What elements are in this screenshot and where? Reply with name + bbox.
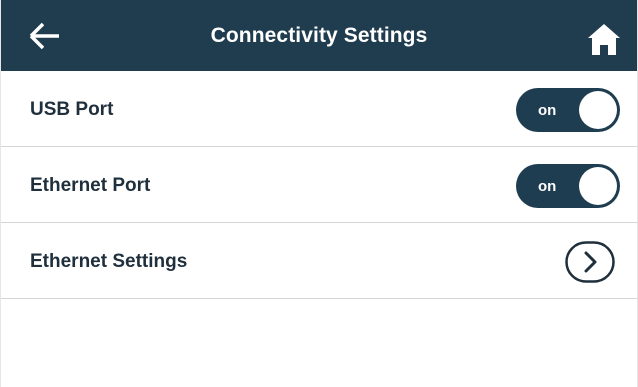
toggle-state-label: on bbox=[538, 102, 557, 119]
home-button[interactable] bbox=[585, 22, 623, 56]
setting-row-ethernet-settings[interactable]: Ethernet Settings bbox=[1, 223, 637, 299]
setting-label: USB Port bbox=[30, 99, 114, 120]
usb-port-toggle[interactable]: on bbox=[516, 88, 620, 132]
toggle-knob bbox=[579, 91, 617, 129]
header-bar: Connectivity Settings bbox=[1, 0, 637, 71]
toggle-state-label: on bbox=[538, 178, 557, 195]
page-title: Connectivity Settings bbox=[210, 24, 428, 47]
setting-label: Ethernet Port bbox=[30, 175, 151, 196]
home-icon bbox=[588, 24, 620, 55]
settings-list: USB Port on Ethernet Port on Ethernet Se… bbox=[1, 71, 637, 299]
setting-label: Ethernet Settings bbox=[30, 251, 188, 272]
connectivity-settings-screen: Connectivity Settings USB Port on Ethern… bbox=[0, 0, 638, 387]
chevron-right-icon bbox=[565, 241, 615, 283]
ethernet-settings-open-button[interactable] bbox=[565, 241, 615, 283]
ethernet-port-toggle[interactable]: on bbox=[516, 164, 620, 208]
setting-row-usb-port[interactable]: USB Port on bbox=[1, 71, 637, 147]
toggle-knob bbox=[579, 167, 617, 205]
setting-row-ethernet-port[interactable]: Ethernet Port on bbox=[1, 147, 637, 223]
